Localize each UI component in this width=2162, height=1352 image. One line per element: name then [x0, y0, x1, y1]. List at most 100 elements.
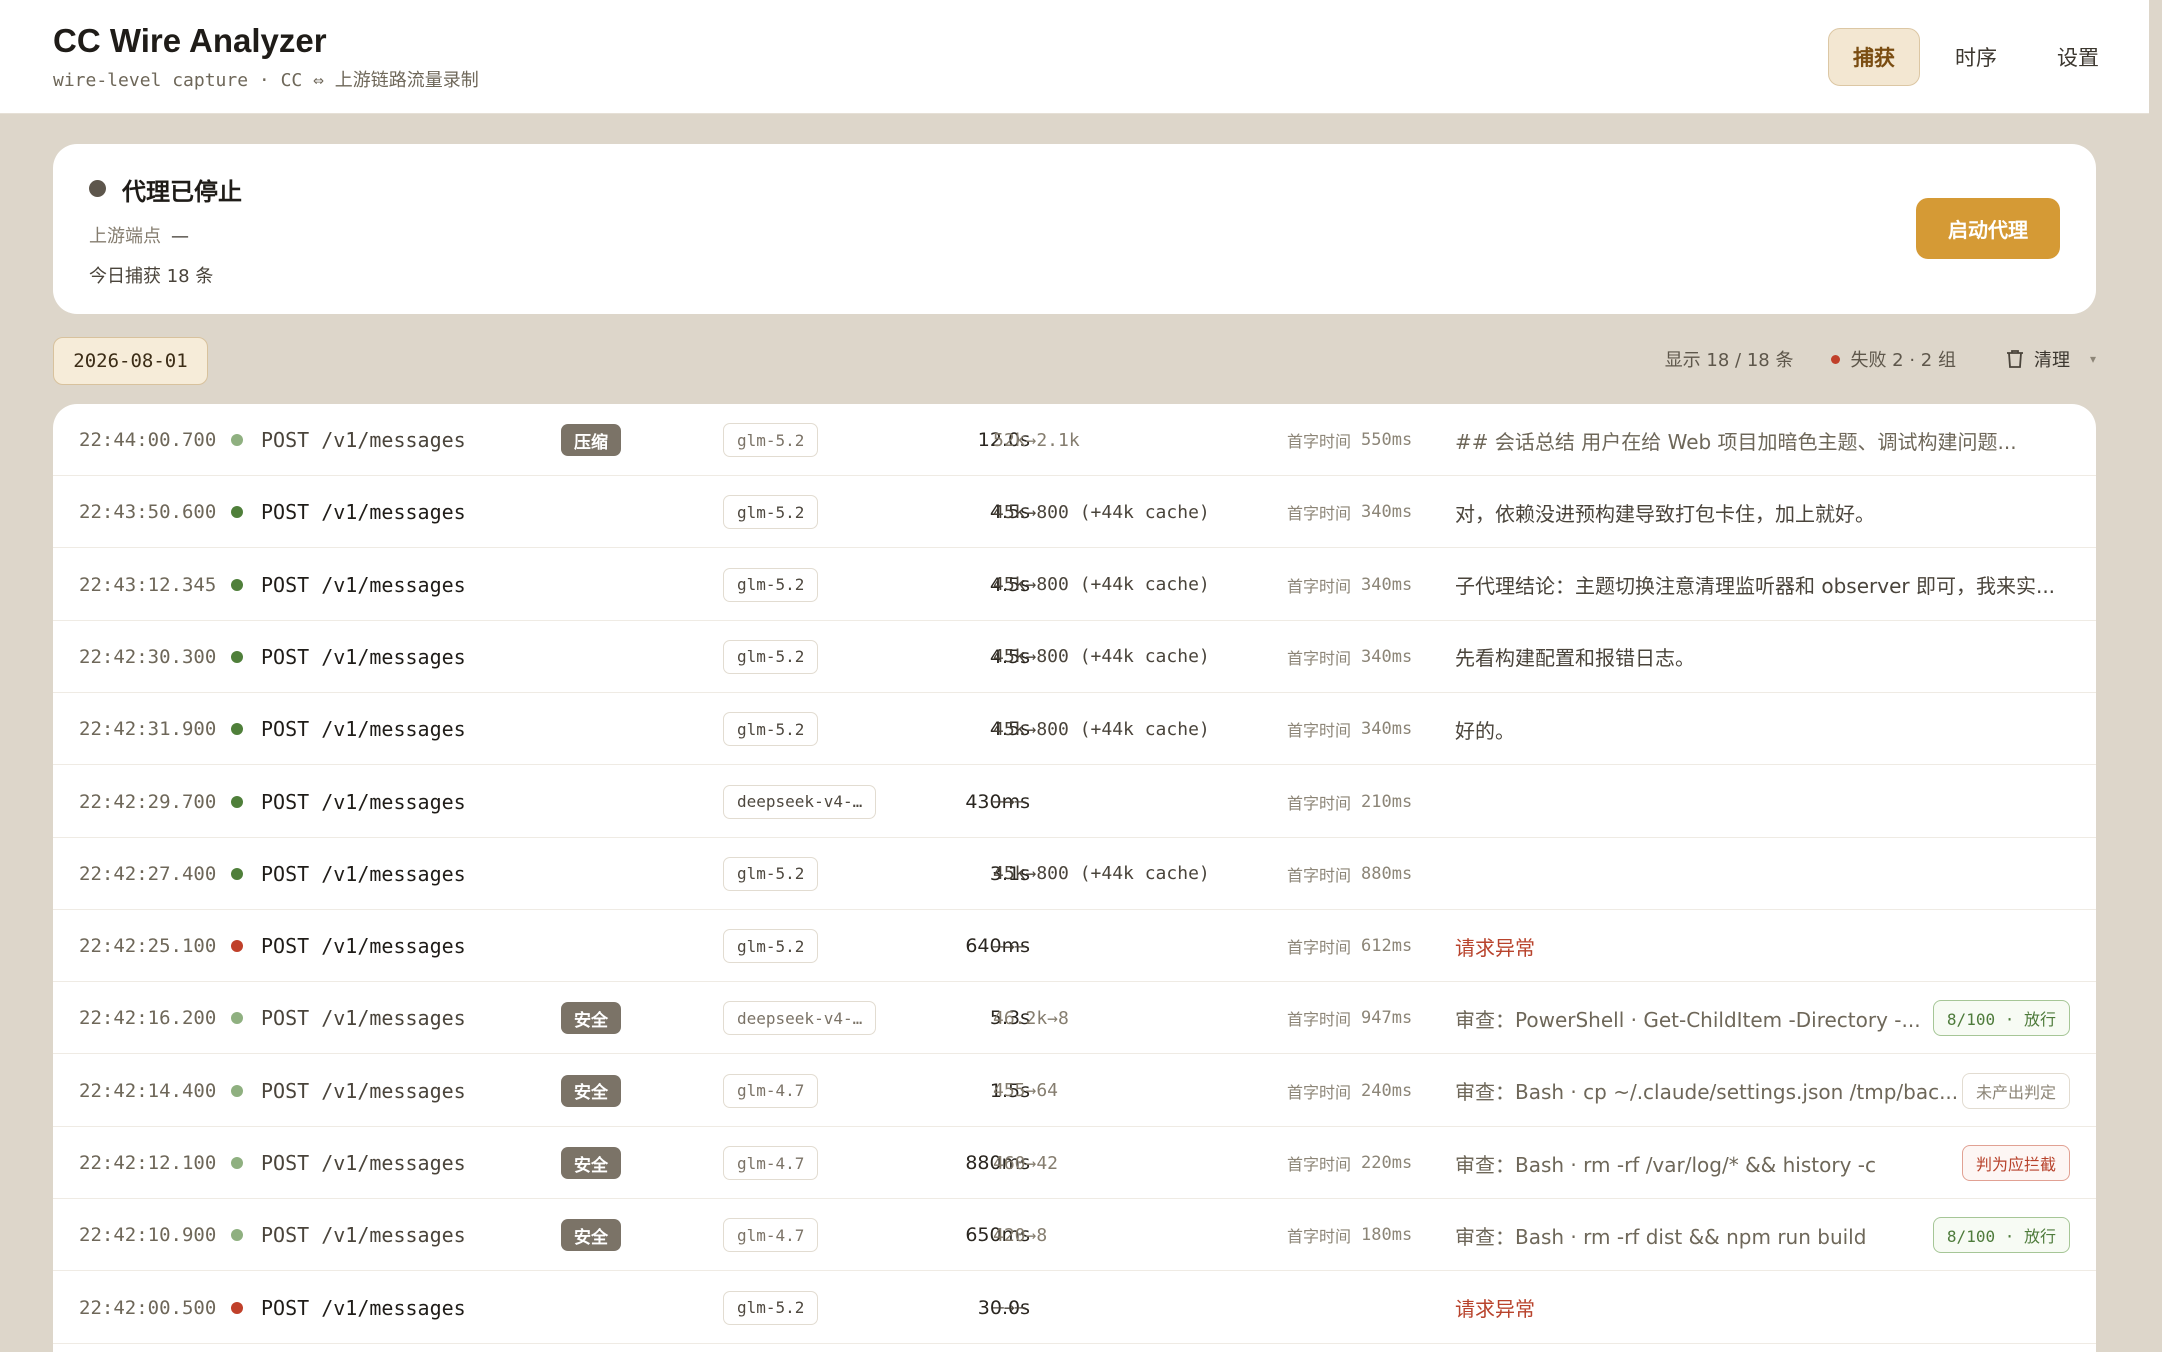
row-method: POST /v1/messages: [261, 1151, 466, 1175]
table-row[interactable]: 22:44:00.700 POST /v1/messages 压缩 glm-5.2 12…: [53, 404, 2096, 476]
row-verdict: 8/100 · 放行: [1932, 982, 2070, 1054]
row-time: 22:43:50.600: [79, 501, 217, 524]
row-ttfb: 首字时间 612ms: [1287, 910, 1412, 982]
ttfb-label: 首字时间: [1287, 504, 1352, 524]
table-row[interactable]: 22:42:29.700 POST /v1/messages deepseek-v4…: [53, 766, 2096, 838]
ttfb-label: 首字时间: [1287, 721, 1352, 741]
tab-capture[interactable]: 捕获: [1828, 28, 1920, 86]
table-row[interactable]: 22:43:50.600 POST /v1/messages glm-5.2 4.5s…: [53, 476, 2096, 549]
ttfb-label: 首字时间: [1287, 1010, 1352, 1030]
row-model-label: glm-5.2: [723, 567, 819, 602]
tab-settings[interactable]: 设置: [2032, 28, 2124, 86]
fail-count: 失败 2 · 2 组: [1850, 350, 1956, 371]
row-tag: 安全: [561, 982, 621, 1054]
clear-button[interactable]: 清理 ▾: [2006, 346, 2096, 372]
row-model-label: glm-5.2: [723, 1290, 819, 1325]
row-ttfb: 首字时间 240ms: [1287, 1055, 1412, 1127]
row-method: POST /v1/messages: [261, 789, 466, 814]
row-verdict: 未产出判定: [1961, 1055, 2070, 1127]
ttfb-value: 220ms: [1361, 1153, 1413, 1173]
row-method: POST /v1/messages: [261, 1223, 466, 1248]
capture-table: 22:44:00.700 POST /v1/messages 压缩 glm-5.2 12…: [53, 404, 2096, 1352]
row-model: glm-5.2: [723, 476, 819, 548]
row-method: POST /v1/messages: [261, 717, 466, 742]
row-ttfb: 首字时间 220ms: [1287, 1127, 1412, 1199]
ttfb-value: 340ms: [1361, 719, 1413, 740]
row-time: 22:42:00.500: [79, 1296, 217, 1319]
row-tag-label: 安全: [561, 1219, 621, 1252]
row-model-label: glm-4.7: [723, 1146, 819, 1180]
fail-dot: [1831, 354, 1841, 364]
ttfb-label: 首字时间: [1287, 793, 1352, 813]
main-nav: 捕获 时序 设置: [1828, 28, 2124, 86]
ttfb-label: 首字时间: [1287, 1155, 1352, 1174]
table-row[interactable]: 22:42:27.400 POST /v1/messages glm-5.2 3.1s…: [53, 838, 2096, 910]
row-model-label: deepseek-v4-…: [723, 1001, 877, 1036]
table-row[interactable]: 22:42:16.200 POST /v1/messages 安全 deepseek-…: [53, 982, 2096, 1055]
table-row[interactable]: 22:43:12.345 POST /v1/messages glm-5.2 4.5s…: [53, 549, 2096, 621]
showing-count: 显示 18 / 18 条: [1664, 350, 1794, 371]
row-model-label: glm-5.2: [723, 423, 819, 457]
table-row[interactable]: 22:42:12.100 POST /v1/messages 安全 glm-4.7 88…: [53, 1127, 2096, 1199]
row-summary: 审查：PowerShell · Get-ChildItem -Directory…: [1455, 1007, 1921, 1032]
fail-filter[interactable]: 失败 2 · 2 组: [1831, 346, 1956, 372]
row-model-label: glm-5.2: [723, 712, 819, 747]
row-model: glm-5.2: [723, 1272, 819, 1344]
date-selector[interactable]: 2026-08-01: [53, 337, 208, 385]
table-row[interactable]: 22:42:31.900 POST /v1/messages glm-5.2 4.5s…: [53, 693, 2096, 766]
row-model-label: glm-5.2: [723, 856, 819, 891]
table-row[interactable]: 22:42:30.300 POST /v1/messages glm-5.2 4.5s…: [53, 621, 2096, 693]
row-status-dot: [231, 910, 243, 982]
row-tokens: —→—: [993, 791, 1026, 812]
ttfb-value: 947ms: [1361, 1008, 1413, 1029]
row-ttfb: 首字时间 340ms: [1287, 621, 1412, 693]
table-row[interactable]: 22:42:10.900 POST /v1/messages 安全 glm-4.7 65…: [53, 1199, 2096, 1272]
row-status-dot: [231, 476, 243, 548]
row-tokens: 45k→800 (+44k cache): [993, 574, 1210, 596]
row-time: 22:42:29.700: [79, 790, 217, 813]
row-summary: 审查：Bash · rm -rf /var/log/* && history -…: [1455, 1152, 1876, 1177]
row-model: glm-4.7: [723, 1127, 819, 1199]
upstream-label: 上游端点: [89, 226, 161, 247]
row-tokens: —→—: [993, 935, 1026, 957]
row-status-dot: [231, 404, 243, 476]
captured-today: 今日捕获 18 条: [89, 266, 214, 287]
row-ttfb: 首字时间 340ms: [1287, 693, 1412, 765]
row-tag: 压缩: [561, 404, 621, 476]
ttfb-value: 210ms: [1361, 791, 1413, 812]
table-row[interactable]: 22:42:14.400 POST /v1/messages 安全 glm-4.7 1.…: [53, 1055, 2096, 1127]
row-summary: 对，依赖没进预构建导致打包卡住，加上就好。: [1455, 501, 1875, 526]
row-summary: 好的。: [1455, 718, 1515, 743]
row-summary: 审查：Bash · cp ~/.claude/settings.json /tm…: [1455, 1080, 1959, 1105]
row-time: 22:42:27.400: [79, 862, 217, 885]
chevron-down-icon[interactable]: ▾: [2090, 352, 2096, 366]
start-proxy-button[interactable]: 启动代理: [1916, 198, 2060, 259]
row-model-label: glm-5.2: [723, 495, 819, 530]
row-model: glm-5.2: [723, 404, 819, 476]
row-model: glm-5.2: [723, 838, 819, 910]
proxy-status-title: 代理已停止: [122, 178, 242, 206]
ttfb-value: 612ms: [1361, 936, 1413, 957]
ttfb-value: 180ms: [1361, 1225, 1413, 1246]
row-model-label: deepseek-v4-…: [723, 784, 877, 819]
row-status-dot: [231, 621, 243, 693]
table-row[interactable]: 22:42:25.100 POST /v1/messages glm-5.2 640m…: [53, 910, 2096, 983]
row-time: 22:42:16.200: [79, 1007, 217, 1030]
ttfb-value: 340ms: [1361, 502, 1413, 523]
row-model-label: glm-4.7: [723, 1218, 819, 1253]
row-summary: 审查：Bash · rm -rf dist && npm run build: [1455, 1224, 1867, 1249]
row-status-dot: [231, 1127, 243, 1199]
proxy-status-dot: [89, 180, 106, 197]
table-row[interactable]: 22:42:00.500 POST /v1/messages glm-5.2 30.0…: [53, 1272, 2096, 1344]
row-method: POST /v1/messages: [261, 572, 466, 597]
row-tokens: 45k→800 (+44k cache): [993, 718, 1210, 740]
row-status-dot: [231, 1055, 243, 1127]
tab-timeline[interactable]: 时序: [1930, 28, 2022, 86]
row-ttfb: 首字时间 340ms: [1287, 549, 1412, 621]
row-summary: ## 会话总结 用户在给 Web 项目加暗色主题、调试构建问题...: [1455, 429, 2017, 454]
row-model-label: glm-4.7: [723, 1073, 819, 1108]
row-summary: 子代理结论：主题切换注意清理监听器和 observer 即可，我来实...: [1455, 574, 2056, 599]
verdict-badge: 8/100 · 放行: [1932, 1217, 2070, 1254]
row-time: 22:42:14.400: [79, 1079, 217, 1102]
row-time: 22:42:12.100: [79, 1152, 217, 1174]
